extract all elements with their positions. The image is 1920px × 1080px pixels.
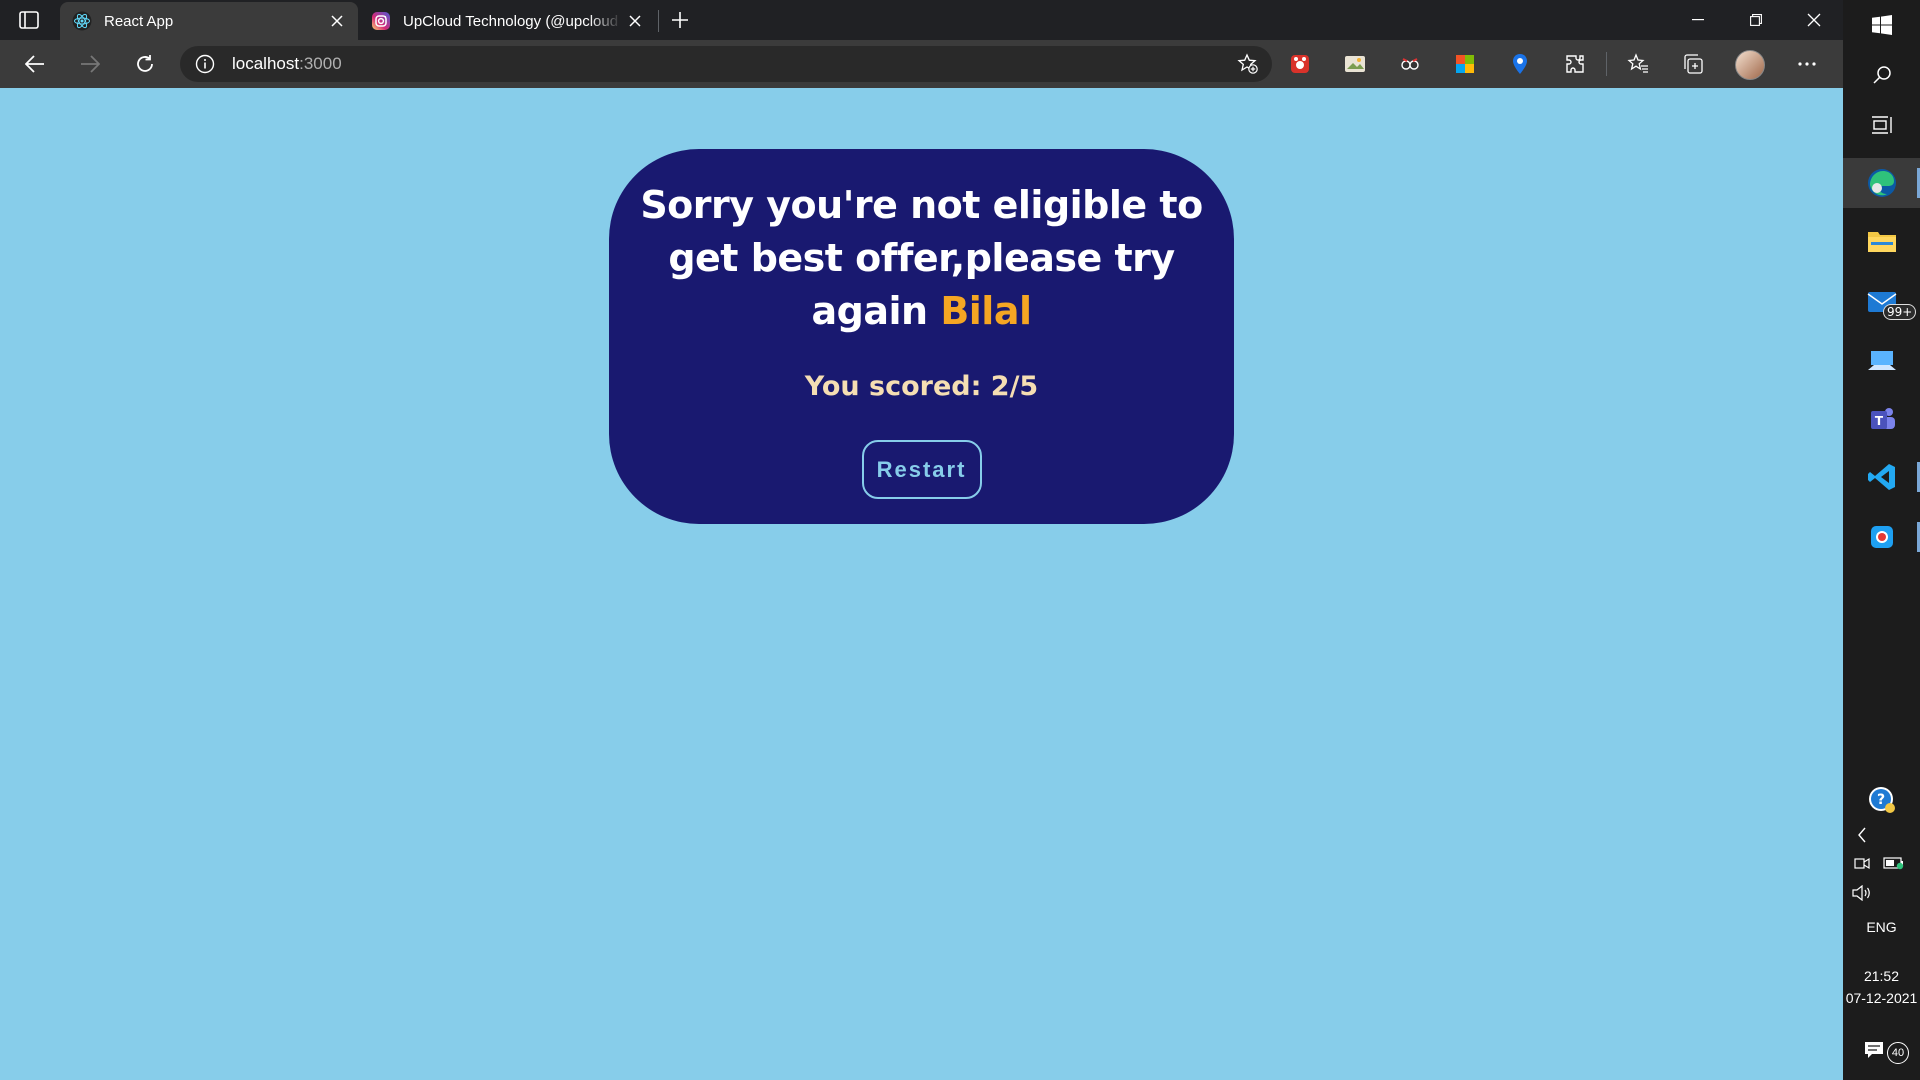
- tab-upcloud[interactable]: UpCloud Technology (@upcloud: [359, 2, 656, 40]
- refresh-icon[interactable]: [128, 48, 162, 80]
- result-card: Sorry you're not eligible to get best of…: [609, 149, 1234, 524]
- svg-text:?: ?: [1876, 792, 1884, 808]
- windows-start-icon[interactable]: [1843, 0, 1920, 50]
- edge-taskbar-icon[interactable]: [1843, 158, 1920, 208]
- score-text: You scored: 2/5: [804, 371, 1039, 402]
- more-menu-icon[interactable]: [1795, 52, 1819, 76]
- add-favorite-icon[interactable]: [1236, 52, 1260, 76]
- tab-actions-icon[interactable]: [15, 8, 43, 32]
- tab-title: UpCloud Technology (@upcloud: [403, 12, 619, 30]
- tab-react-app[interactable]: React App: [60, 2, 358, 40]
- mail-badge: 99+: [1883, 304, 1917, 320]
- notification-count: 40: [1887, 1042, 1909, 1064]
- clock-time[interactable]: 21:52: [1843, 968, 1920, 984]
- search-icon[interactable]: [1843, 50, 1920, 100]
- user-name: Bilal: [940, 289, 1032, 333]
- remote-desktop-icon[interactable]: [1843, 336, 1920, 386]
- svg-text:T: T: [1874, 414, 1883, 428]
- browser-tab-bar: React App UpCloud Technology (@upcloud: [0, 0, 1843, 40]
- collections-icon[interactable]: [1681, 52, 1705, 76]
- vscode-icon[interactable]: [1843, 452, 1920, 502]
- tab-divider: [658, 10, 659, 32]
- file-explorer-icon[interactable]: [1843, 216, 1920, 266]
- url-host: localhost: [232, 54, 300, 73]
- restart-button[interactable]: Restart: [861, 440, 982, 499]
- extension-pin-icon[interactable]: [1508, 52, 1532, 76]
- result-message-text: Sorry you're not eligible to get best of…: [640, 183, 1203, 333]
- help-icon[interactable]: ?: [1843, 776, 1920, 824]
- url-port: :3000: [299, 54, 342, 73]
- language-indicator[interactable]: ENG: [1843, 919, 1920, 935]
- close-tab-icon[interactable]: [622, 8, 648, 34]
- volume-icon[interactable]: [1823, 878, 1900, 908]
- tab-title: React App: [104, 12, 174, 30]
- result-message: Sorry you're not eligible to get best of…: [609, 179, 1234, 338]
- toolbar-divider: [1606, 52, 1607, 76]
- restore-icon[interactable]: [1727, 0, 1785, 40]
- site-info-icon[interactable]: [194, 53, 216, 75]
- close-tab-icon[interactable]: [324, 8, 350, 34]
- address-bar[interactable]: localhost:3000: [180, 46, 1272, 82]
- extension-colorful-icon[interactable]: [1453, 52, 1477, 76]
- extension-red-icon[interactable]: [1288, 52, 1312, 76]
- extension-image-icon[interactable]: [1343, 52, 1367, 76]
- mail-icon[interactable]: 99+: [1843, 276, 1920, 326]
- task-view-icon[interactable]: [1843, 100, 1920, 150]
- favorites-icon[interactable]: [1626, 52, 1650, 76]
- url-text: localhost:3000: [232, 54, 342, 74]
- back-icon[interactable]: [18, 48, 52, 80]
- minimize-icon[interactable]: [1669, 0, 1727, 40]
- extension-glasses-icon[interactable]: [1398, 52, 1422, 76]
- extensions-puzzle-icon[interactable]: [1563, 52, 1587, 76]
- instagram-icon: [371, 11, 391, 31]
- windows-taskbar: 99+ T ? ENG 21:52 07-12-2021 40: [1843, 0, 1920, 1080]
- forward-icon[interactable]: [73, 48, 107, 80]
- react-icon: [72, 11, 92, 31]
- profile-avatar[interactable]: [1735, 50, 1765, 80]
- recorder-icon[interactable]: [1843, 512, 1920, 562]
- clock-date[interactable]: 07-12-2021: [1843, 990, 1920, 1006]
- browser-toolbar: localhost:3000: [0, 40, 1843, 88]
- show-hidden-icons-icon[interactable]: [1823, 820, 1900, 850]
- battery-icon[interactable]: [1855, 848, 1920, 878]
- new-tab-icon[interactable]: [666, 6, 694, 34]
- teams-icon[interactable]: T: [1843, 394, 1920, 444]
- close-window-icon[interactable]: [1785, 0, 1843, 40]
